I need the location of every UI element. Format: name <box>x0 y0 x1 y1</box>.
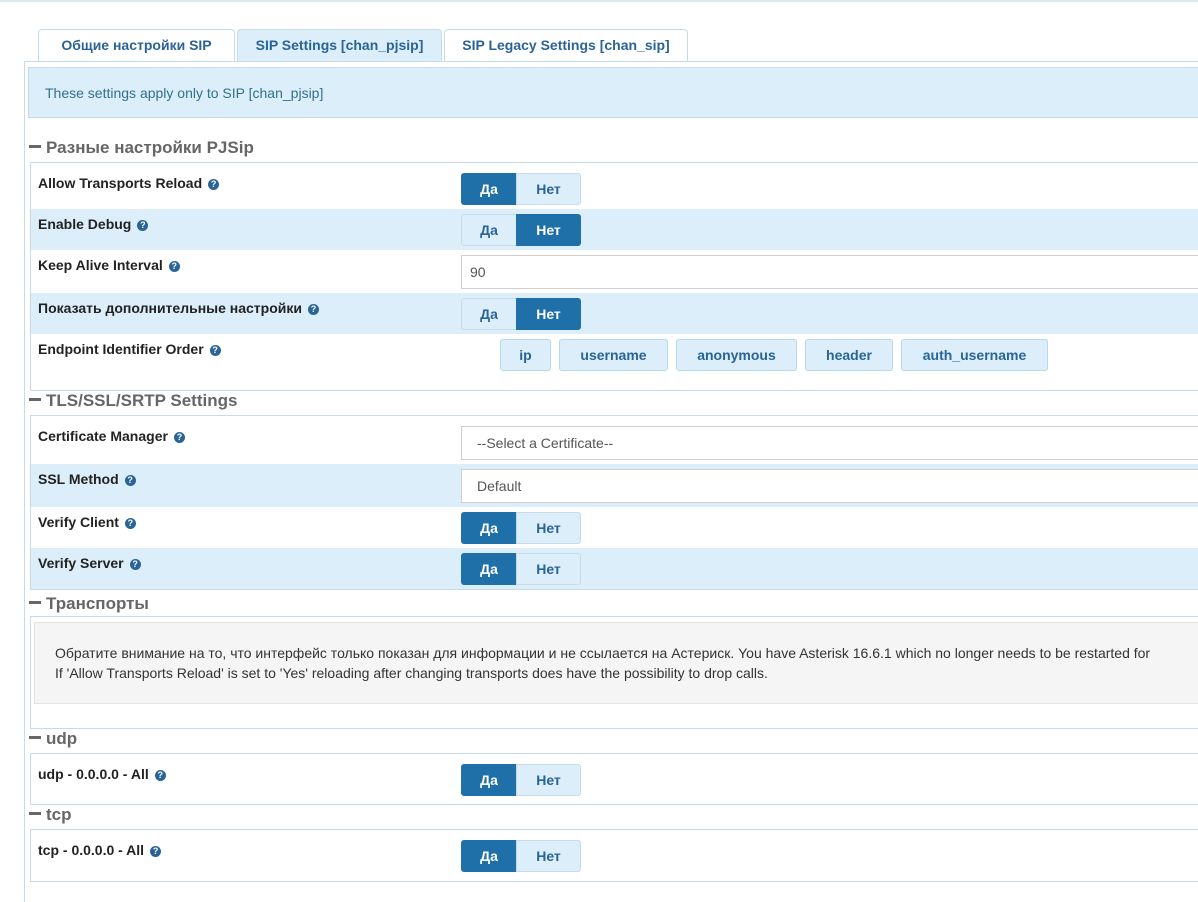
keep-alive-label: Keep Alive Interval? <box>38 257 180 273</box>
row-tcp: tcp - 0.0.0.0 - All? Да Нет <box>31 830 1198 881</box>
udp-no[interactable]: Нет <box>516 764 581 796</box>
minus-icon <box>29 601 41 605</box>
question-circle-icon[interactable]: ? <box>307 304 319 315</box>
verify-server-label: Verify Server? <box>38 555 141 571</box>
endpoint-order-chip[interactable]: auth_username <box>901 339 1048 371</box>
verify-server-no[interactable]: Нет <box>516 553 581 585</box>
enable-debug-label: Enable Debug? <box>38 216 149 232</box>
transports-note-line1: Обратите внимание на то, что интерфейс т… <box>55 645 1151 661</box>
section-transports-header[interactable]: Транспорты <box>29 593 149 615</box>
ssl-method-select[interactable]: Default <box>461 469 1198 503</box>
transports-note-line2: If 'Allow Transports Reload' is set to '… <box>55 665 768 681</box>
section-tcp-box: tcp - 0.0.0.0 - All? Да Нет <box>30 829 1198 882</box>
show-advanced-no[interactable]: Нет <box>516 298 581 330</box>
minus-icon <box>29 145 41 149</box>
enable-debug-toggle: Да Нет <box>461 214 581 246</box>
section-udp-box: udp - 0.0.0.0 - All? Да Нет <box>30 753 1198 805</box>
section-tls-header[interactable]: TLS/SSL/SRTP Settings <box>29 390 237 412</box>
minus-icon <box>29 736 41 740</box>
endpoint-order-chip[interactable]: ip <box>500 339 551 371</box>
show-advanced-toggle: Да Нет <box>461 298 581 330</box>
verify-client-toggle: Да Нет <box>461 512 581 544</box>
udp-toggle: Да Нет <box>461 764 581 796</box>
question-circle-icon[interactable]: ? <box>154 770 166 781</box>
transports-note: Обратите внимание на то, что интерфейс т… <box>34 622 1198 704</box>
question-circle-icon[interactable]: ? <box>208 179 220 190</box>
tcp-yes[interactable]: Да <box>461 840 517 872</box>
row-cert-manager: Certificate Manager? --Select a Certific… <box>31 416 1198 464</box>
udp-yes[interactable]: Да <box>461 764 517 796</box>
allow-transports-reload-no[interactable]: Нет <box>516 173 581 205</box>
section-tls-box: Certificate Manager? --Select a Certific… <box>30 415 1198 590</box>
row-verify-server: Verify Server? Да Нет <box>31 548 1198 589</box>
section-tcp-header[interactable]: tcp <box>29 804 72 826</box>
question-circle-icon[interactable]: ? <box>137 220 149 231</box>
section-tls-title: TLS/SSL/SRTP Settings <box>46 391 238 410</box>
show-advanced-yes[interactable]: Да <box>461 298 517 330</box>
enable-debug-yes[interactable]: Да <box>461 214 517 246</box>
tab-general-sip[interactable]: Общие настройки SIP <box>38 29 235 61</box>
ssl-method-label: SSL Method? <box>38 471 136 487</box>
section-udp-title: udp <box>46 729 78 748</box>
question-circle-icon[interactable]: ? <box>129 559 141 570</box>
question-circle-icon[interactable]: ? <box>124 518 136 529</box>
row-udp: udp - 0.0.0.0 - All? Да Нет <box>31 754 1198 804</box>
enable-debug-no[interactable]: Нет <box>516 214 581 246</box>
section-udp-header[interactable]: udp <box>29 728 77 750</box>
verify-client-label: Verify Client? <box>38 514 136 530</box>
row-ssl-method: SSL Method? Default <box>31 464 1198 507</box>
info-alert: These settings apply only to SIP [chan_p… <box>28 67 1198 118</box>
row-keep-alive: Keep Alive Interval? 90 <box>31 250 1198 293</box>
tab-sip-pjsip[interactable]: SIP Settings [chan_pjsip] <box>237 29 442 62</box>
minus-icon <box>29 812 41 816</box>
endpoint-order-chip[interactable]: header <box>805 339 893 371</box>
section-pjsip-box: Allow Transports Reload? Да Нет Enable D… <box>30 162 1198 391</box>
endpoint-order-chip[interactable]: anonymous <box>676 339 797 371</box>
section-pjsip-title: Разные настройки PJSip <box>46 138 254 157</box>
udp-label: udp - 0.0.0.0 - All? <box>38 766 166 782</box>
row-allow-transports-reload: Allow Transports Reload? Да Нет <box>31 163 1198 209</box>
row-endpoint-order: Endpoint Identifier Order? ip username a… <box>31 334 1198 390</box>
tab-sip-legacy[interactable]: SIP Legacy Settings [chan_sip] <box>444 29 688 61</box>
top-divider <box>0 0 1198 2</box>
row-verify-client: Verify Client? Да Нет <box>31 507 1198 548</box>
tcp-no[interactable]: Нет <box>516 840 581 872</box>
endpoint-order-list: ip username anonymous header auth_userna… <box>31 339 1198 373</box>
question-circle-icon[interactable]: ? <box>173 432 185 443</box>
row-enable-debug: Enable Debug? Да Нет <box>31 209 1198 250</box>
question-circle-icon[interactable]: ? <box>150 846 162 857</box>
section-tcp-title: tcp <box>46 805 72 824</box>
tcp-toggle: Да Нет <box>461 840 581 872</box>
verify-server-toggle: Да Нет <box>461 553 581 585</box>
cert-manager-label: Certificate Manager? <box>38 428 185 444</box>
allow-transports-reload-label: Allow Transports Reload? <box>38 175 220 191</box>
section-pjsip-header[interactable]: Разные настройки PJSip <box>29 137 254 159</box>
allow-transports-reload-yes[interactable]: Да <box>461 173 517 205</box>
tcp-label: tcp - 0.0.0.0 - All? <box>38 842 162 858</box>
show-advanced-label: Показать дополнительные настройки? <box>38 300 319 316</box>
verify-server-yes[interactable]: Да <box>461 553 517 585</box>
keep-alive-input[interactable]: 90 <box>461 255 1198 289</box>
endpoint-order-chip[interactable]: username <box>559 339 668 371</box>
allow-transports-reload-toggle: Да Нет <box>461 173 581 205</box>
question-circle-icon[interactable]: ? <box>124 475 136 486</box>
verify-client-yes[interactable]: Да <box>461 512 517 544</box>
row-show-advanced: Показать дополнительные настройки? Да Не… <box>31 293 1198 334</box>
section-transports-title: Транспорты <box>46 594 149 613</box>
minus-icon <box>29 398 41 402</box>
question-circle-icon[interactable]: ? <box>168 261 180 272</box>
verify-client-no[interactable]: Нет <box>516 512 581 544</box>
cert-manager-select[interactable]: --Select a Certificate-- <box>461 426 1198 460</box>
